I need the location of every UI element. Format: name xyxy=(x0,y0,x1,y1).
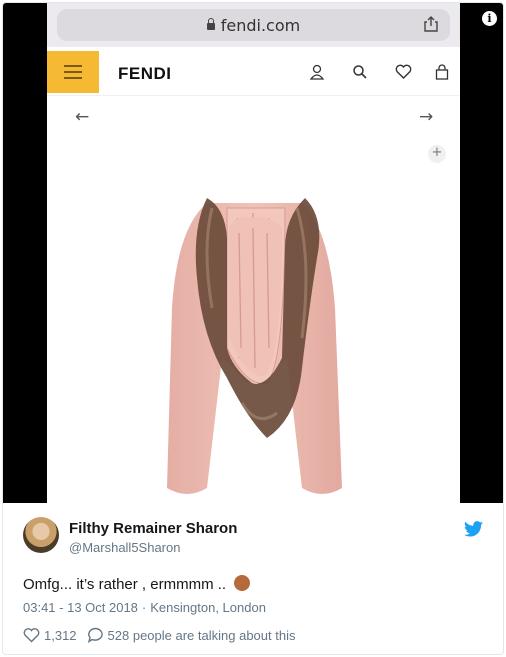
tweet-location[interactable]: Kensington, London xyxy=(150,600,266,615)
heart-icon xyxy=(395,64,412,79)
tweet-actions: 1,312 528 people are talking about this xyxy=(23,627,295,643)
site-header: FENDI xyxy=(47,47,460,96)
arrow-right-icon: → xyxy=(419,107,434,127)
browser-bar: fendi.com xyxy=(47,3,460,47)
tweet-media[interactable]: i fendi.com FENDI ← → + xyxy=(3,3,503,503)
tweet-timestamp[interactable]: 03:41 - 13 Oct 2018 xyxy=(23,600,138,615)
arrow-left-icon: ← xyxy=(75,107,90,127)
user-icon xyxy=(309,64,325,80)
url-label: fendi.com xyxy=(220,16,301,35)
twitter-bird-icon[interactable] xyxy=(464,521,483,537)
search-icon xyxy=(353,65,367,79)
phone-screenshot: fendi.com FENDI ← → + xyxy=(47,3,460,503)
tweet-meta: 03:41 - 13 Oct 2018 · Kensington, London xyxy=(23,600,266,615)
author-name[interactable]: Filthy Remainer Sharon xyxy=(69,520,237,537)
tweet-card: i fendi.com FENDI ← → + Filthy Remainer … xyxy=(2,2,504,655)
conversation-count: 528 people are talking about this xyxy=(107,627,296,643)
tweet-text: Omfg... it’s rather , ermmmm .. xyxy=(23,575,251,593)
menu-icon xyxy=(47,51,99,93)
tweet-body: Filthy Remainer Sharon @Marshall5Sharon … xyxy=(3,503,503,654)
address-bar: fendi.com xyxy=(57,9,450,41)
plus-icon: + xyxy=(428,145,446,163)
info-icon[interactable]: i xyxy=(482,11,497,26)
bag-icon xyxy=(435,64,449,80)
heart-icon xyxy=(23,627,40,642)
url-text: fendi.com xyxy=(57,16,450,35)
like-action[interactable]: 1,312 xyxy=(23,628,77,643)
meta-separator: · xyxy=(141,600,147,615)
lock-icon xyxy=(206,18,215,30)
author-handle[interactable]: @Marshall5Sharon xyxy=(69,540,180,555)
like-count: 1,312 xyxy=(44,627,77,643)
see-no-evil-monkey-emoji-icon xyxy=(234,575,251,591)
reply-bubble-icon xyxy=(87,627,103,643)
conversation-action[interactable]: 528 people are talking about this xyxy=(87,627,296,643)
tweet-text-content: Omfg... it’s rather , ermmmm .. xyxy=(23,576,227,593)
brand-logo: FENDI xyxy=(118,64,172,83)
share-icon xyxy=(424,16,438,32)
avatar[interactable] xyxy=(23,517,59,553)
product-image-scarf xyxy=(167,198,342,494)
